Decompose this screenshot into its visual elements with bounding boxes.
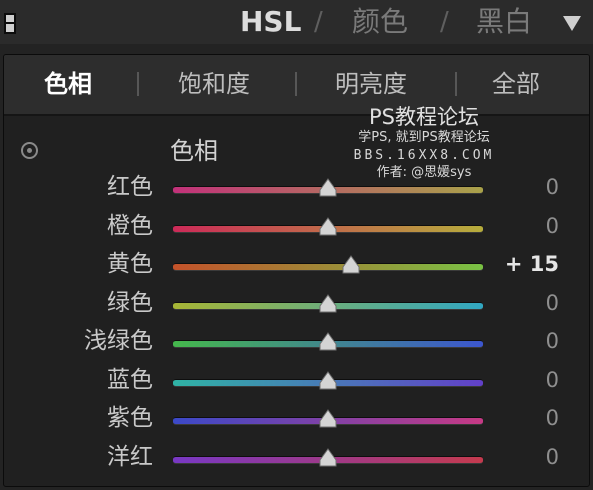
- slider-value[interactable]: 0: [546, 173, 559, 201]
- slider-label: 洋红: [107, 444, 153, 470]
- tab-all[interactable]: 全部: [492, 67, 540, 101]
- hsl-panel: 色相 饱和度 明亮度 全部 色相 PS教程论坛 学PS, 就到PS教程论坛 BB…: [3, 54, 590, 487]
- color-mode-button[interactable]: 颜色: [352, 4, 408, 40]
- slider-thumb[interactable]: [318, 217, 338, 237]
- targeted-adjustment-icon[interactable]: [21, 142, 38, 159]
- slider-value[interactable]: 0: [546, 366, 559, 394]
- tab-hue[interactable]: 色相: [44, 67, 92, 101]
- hsl-mode-button[interactable]: HSL: [240, 4, 301, 40]
- slider-value[interactable]: 0: [546, 443, 559, 471]
- slider-thumb[interactable]: [318, 409, 338, 429]
- slider-label: 橙色: [107, 213, 153, 239]
- tab-luminance[interactable]: 明亮度: [335, 67, 407, 101]
- slider-value[interactable]: 0: [546, 212, 559, 240]
- panel-header: HSL / 颜色 / 黑白: [0, 0, 593, 44]
- section-title: 色相: [170, 137, 218, 165]
- slider-label: 红色: [107, 174, 153, 200]
- slider-value[interactable]: 0: [546, 404, 559, 432]
- tab-saturation[interactable]: 饱和度: [178, 67, 250, 101]
- slider-thumb[interactable]: [318, 332, 338, 352]
- slider-thumb[interactable]: [318, 448, 338, 468]
- panel-collapse-icon[interactable]: [4, 13, 16, 34]
- header-separator: /: [440, 7, 449, 37]
- slider-thumb[interactable]: [318, 371, 338, 391]
- slider-track[interactable]: [173, 263, 483, 271]
- slider-label: 绿色: [107, 290, 153, 316]
- slider-thumb[interactable]: [318, 178, 338, 198]
- watermark-title: PS教程论坛: [369, 105, 479, 129]
- bw-mode-button[interactable]: 黑白: [476, 4, 532, 40]
- watermark-url: BBS.16XX8.COM: [353, 148, 495, 163]
- triangle-down-icon[interactable]: [563, 16, 581, 31]
- slider-label: 浅绿色: [84, 328, 153, 354]
- tab-divider: [137, 72, 139, 96]
- slider-thumb[interactable]: [341, 255, 361, 275]
- slider-value[interactable]: 0: [546, 289, 559, 317]
- slider-value[interactable]: + 15: [505, 250, 559, 278]
- header-separator: /: [314, 7, 323, 37]
- tab-divider: [295, 72, 297, 96]
- tab-divider: [455, 72, 457, 96]
- slider-thumb[interactable]: [318, 294, 338, 314]
- slider-label: 紫色: [107, 405, 153, 431]
- slider-value[interactable]: 0: [546, 327, 559, 355]
- watermark-subtitle: 学PS, 就到PS教程论坛: [358, 130, 490, 145]
- slider-label: 黄色: [107, 251, 153, 277]
- watermark-author: 作者: @思媛sys: [376, 165, 472, 180]
- slider-label: 蓝色: [107, 367, 153, 393]
